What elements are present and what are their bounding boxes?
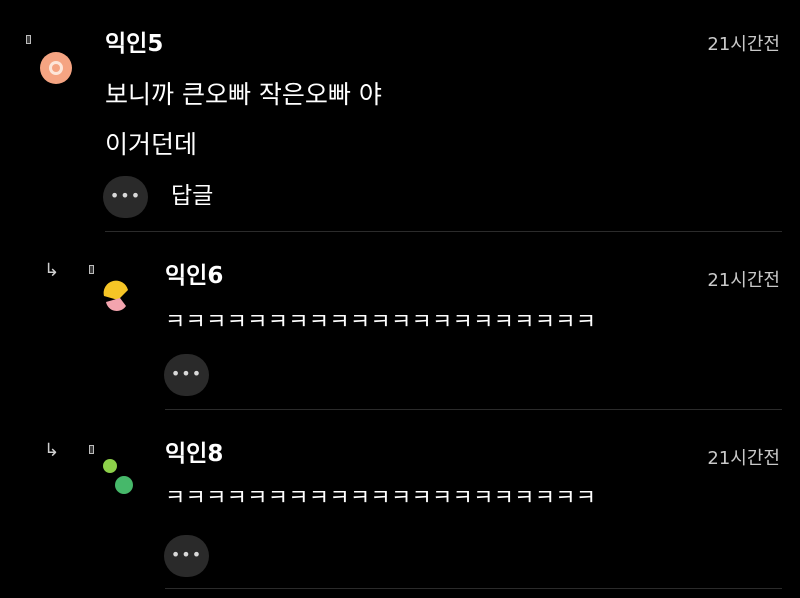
comment-thread: 익인5 21시간전 보니까 큰오빠 작은오빠 야 이거던데 ••• 답글 ↳ 익… — [0, 0, 800, 598]
author-name[interactable]: 익인5 — [105, 30, 163, 58]
reply-comment-item: ↳ 익인8 21시간전 ㅋㅋㅋㅋㅋㅋㅋㅋㅋㅋㅋㅋㅋㅋㅋㅋㅋㅋㅋㅋㅋ ••• — [0, 410, 800, 598]
reply-button[interactable]: 답글 — [171, 182, 213, 210]
comment-item: 익인5 21시간전 보니까 큰오빠 작은오빠 야 이거던데 ••• 답글 — [0, 0, 800, 232]
orange-circle-avatar-icon[interactable] — [38, 50, 74, 86]
more-options-button[interactable]: ••• — [164, 354, 209, 396]
reply-arrow-icon: ↳ — [44, 440, 60, 461]
timestamp: 21시간전 — [707, 270, 780, 291]
comment-text-line: ㅋㅋㅋㅋㅋㅋㅋㅋㅋㅋㅋㅋㅋㅋㅋㅋㅋㅋㅋㅋㅋ — [165, 486, 597, 511]
comment-text-line: 이거던데 — [105, 130, 198, 159]
divider — [165, 588, 782, 589]
marker-icon — [26, 35, 31, 44]
timestamp: 21시간전 — [707, 448, 780, 469]
marker-icon — [89, 445, 94, 454]
author-name[interactable]: 익인8 — [165, 440, 223, 468]
marker-icon — [89, 265, 94, 274]
yellow-pink-avatar-icon[interactable] — [98, 280, 138, 320]
comment-text-line: ㅋㅋㅋㅋㅋㅋㅋㅋㅋㅋㅋㅋㅋㅋㅋㅋㅋㅋㅋㅋㅋ — [165, 310, 597, 335]
reply-comment-item: ↳ 익인6 21시간전 ㅋㅋㅋㅋㅋㅋㅋㅋㅋㅋㅋㅋㅋㅋㅋㅋㅋㅋㅋㅋㅋ ••• — [0, 232, 800, 410]
comment-text-line: 보니까 큰오빠 작은오빠 야 — [105, 80, 382, 109]
reply-arrow-icon: ↳ — [44, 260, 60, 281]
more-options-button[interactable]: ••• — [103, 176, 148, 218]
timestamp: 21시간전 — [707, 34, 780, 55]
more-options-button[interactable]: ••• — [164, 535, 209, 577]
green-dots-avatar-icon[interactable] — [98, 456, 138, 496]
author-name[interactable]: 익인6 — [165, 262, 223, 290]
